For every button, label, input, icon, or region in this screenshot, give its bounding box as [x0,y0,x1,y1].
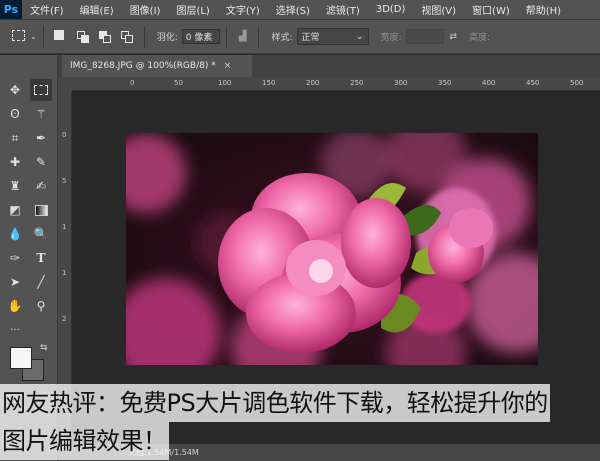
history-brush-icon[interactable]: ✍ [30,175,52,197]
menu-help[interactable]: 帮助(H) [518,2,569,17]
ruler-tick-label: 200 [306,79,320,87]
lasso-icon[interactable]: ʘ [4,103,26,125]
separator [143,25,145,48]
ruler-tick-label: 300 [394,79,408,87]
swap-icon[interactable]: ⇄ [450,32,458,42]
hand-icon[interactable]: ✋ [4,295,26,317]
swap-colors-icon[interactable]: ⇆ [40,343,48,353]
new-selection-icon[interactable] [53,29,68,44]
caption-overlay: 网友热评：免费PS大片调色软件下载，轻松提升你的 图片编辑效果！ [0,384,600,460]
foreground-color-swatch[interactable] [10,347,32,369]
brush-icon[interactable]: ✎ [30,151,52,173]
gradient-icon[interactable] [30,199,52,221]
chevron-down-icon: ⌄ [355,31,364,42]
flower-photo [126,133,538,365]
menu-filter[interactable]: 滤镜(T) [318,2,368,17]
menu-layer[interactable]: 图层(L) [168,2,217,17]
ruler-tick-label: 250 [350,79,364,87]
ruler-tick-label: 450 [526,79,540,87]
path-select-icon[interactable]: ➤ [4,271,26,293]
ruler-tick-label: 5 [62,177,67,185]
style-value: 正常 [301,33,320,43]
text-icon[interactable]: T [30,247,52,269]
menu-3d[interactable]: 3D(D) [368,4,414,15]
more-tools-icon[interactable]: ··· [4,319,26,341]
separator [225,25,227,48]
dodge-icon[interactable]: 🔍 [30,223,52,245]
photoshop-window: Ps 文件(F) 编辑(E) 图像(I) 图层(L) 文字(Y) 选择(S) 滤… [0,0,600,461]
width-label: 宽度: [380,33,402,43]
chevron-down-icon[interactable]: ⌄ [30,32,37,41]
ruler-tick-label: 0 [62,131,67,139]
eyedropper-icon[interactable]: ✒ [30,127,52,149]
separator [42,25,44,48]
style-select[interactable]: 正常 ⌄ [296,28,369,45]
menu-type[interactable]: 文字(Y) [218,2,268,17]
document-tab-title: IMG_8268.JPG @ 100%(RGB/8) * [70,61,216,71]
caption-line-1: 网友热评：免费PS大片调色软件下载，轻松提升你的 [0,384,550,422]
ruler-tick-label: 150 [262,79,276,87]
add-selection-icon[interactable] [76,30,90,44]
ruler-tick-label: 2 [62,315,67,323]
marquee-preset-icon[interactable] [12,29,26,44]
width-input[interactable] [405,29,444,44]
magic-wand-icon[interactable]: ⚚ [30,103,52,125]
ruler-tick-label: 500 [570,79,584,87]
intersect-selection-icon[interactable] [120,30,134,44]
document-tab[interactable]: IMG_8268.JPG @ 100%(RGB/8) * × [62,55,252,77]
healing-icon[interactable]: ✚ [4,151,26,173]
pen-icon[interactable]: ✑ [4,247,26,269]
menu-select[interactable]: 选择(S) [268,2,318,17]
crop-icon[interactable]: ⌗ [4,127,26,149]
anti-alias-icon[interactable]: ▟ [239,31,247,42]
line-icon[interactable]: ╱ [30,271,52,293]
menu-window[interactable]: 窗口(W) [464,2,518,17]
subtract-selection-icon[interactable] [98,30,112,44]
menu-view[interactable]: 视图(V) [413,2,464,17]
feather-input[interactable]: 0 像素 [181,29,220,44]
stamp-icon[interactable]: ♜ [4,175,26,197]
document-tab-strip: IMG_8268.JPG @ 100%(RGB/8) * × [58,55,600,77]
move-icon[interactable]: ✥ [4,79,26,101]
marquee-icon[interactable] [30,79,52,101]
separator [258,25,260,48]
ruler-tick-label: 1 [62,223,67,231]
blur-icon[interactable]: 💧 [4,223,26,245]
options-bar: ⌄ 羽化: 0 像素 ▟ 样式: 正常 ⌄ 宽度: ⇄ 高度: [0,19,600,54]
height-label: 高度: [469,33,491,43]
ruler-top: 0 50 100 150 200 250 300 350 400 450 500 [72,77,600,91]
ruler-tick-label: 400 [482,79,496,87]
ruler-corner [58,77,72,91]
ruler-tick-label: 100 [218,79,232,87]
ruler-tick-label: 50 [174,79,183,87]
menu-image[interactable]: 图像(I) [122,2,169,17]
ruler-tick-label: 350 [438,79,452,87]
document-image[interactable] [126,133,538,365]
ruler-tick-label: 1 [62,269,67,277]
eraser-icon[interactable]: ◩ [4,199,26,221]
ruler-tick-label: 0 [130,79,135,87]
style-label: 样式: [271,33,293,43]
caption-line-2: 图片编辑效果！ [0,422,169,460]
close-icon[interactable]: × [224,61,232,71]
menu-bar: Ps 文件(F) 编辑(E) 图像(I) 图层(L) 文字(Y) 选择(S) 滤… [0,0,600,19]
zoom-icon[interactable]: ⚲ [30,295,52,317]
menu-edit[interactable]: 编辑(E) [72,2,122,17]
feather-label: 羽化: [156,33,178,43]
menu-file[interactable]: 文件(F) [22,2,72,17]
app-logo[interactable]: Ps [0,0,22,19]
